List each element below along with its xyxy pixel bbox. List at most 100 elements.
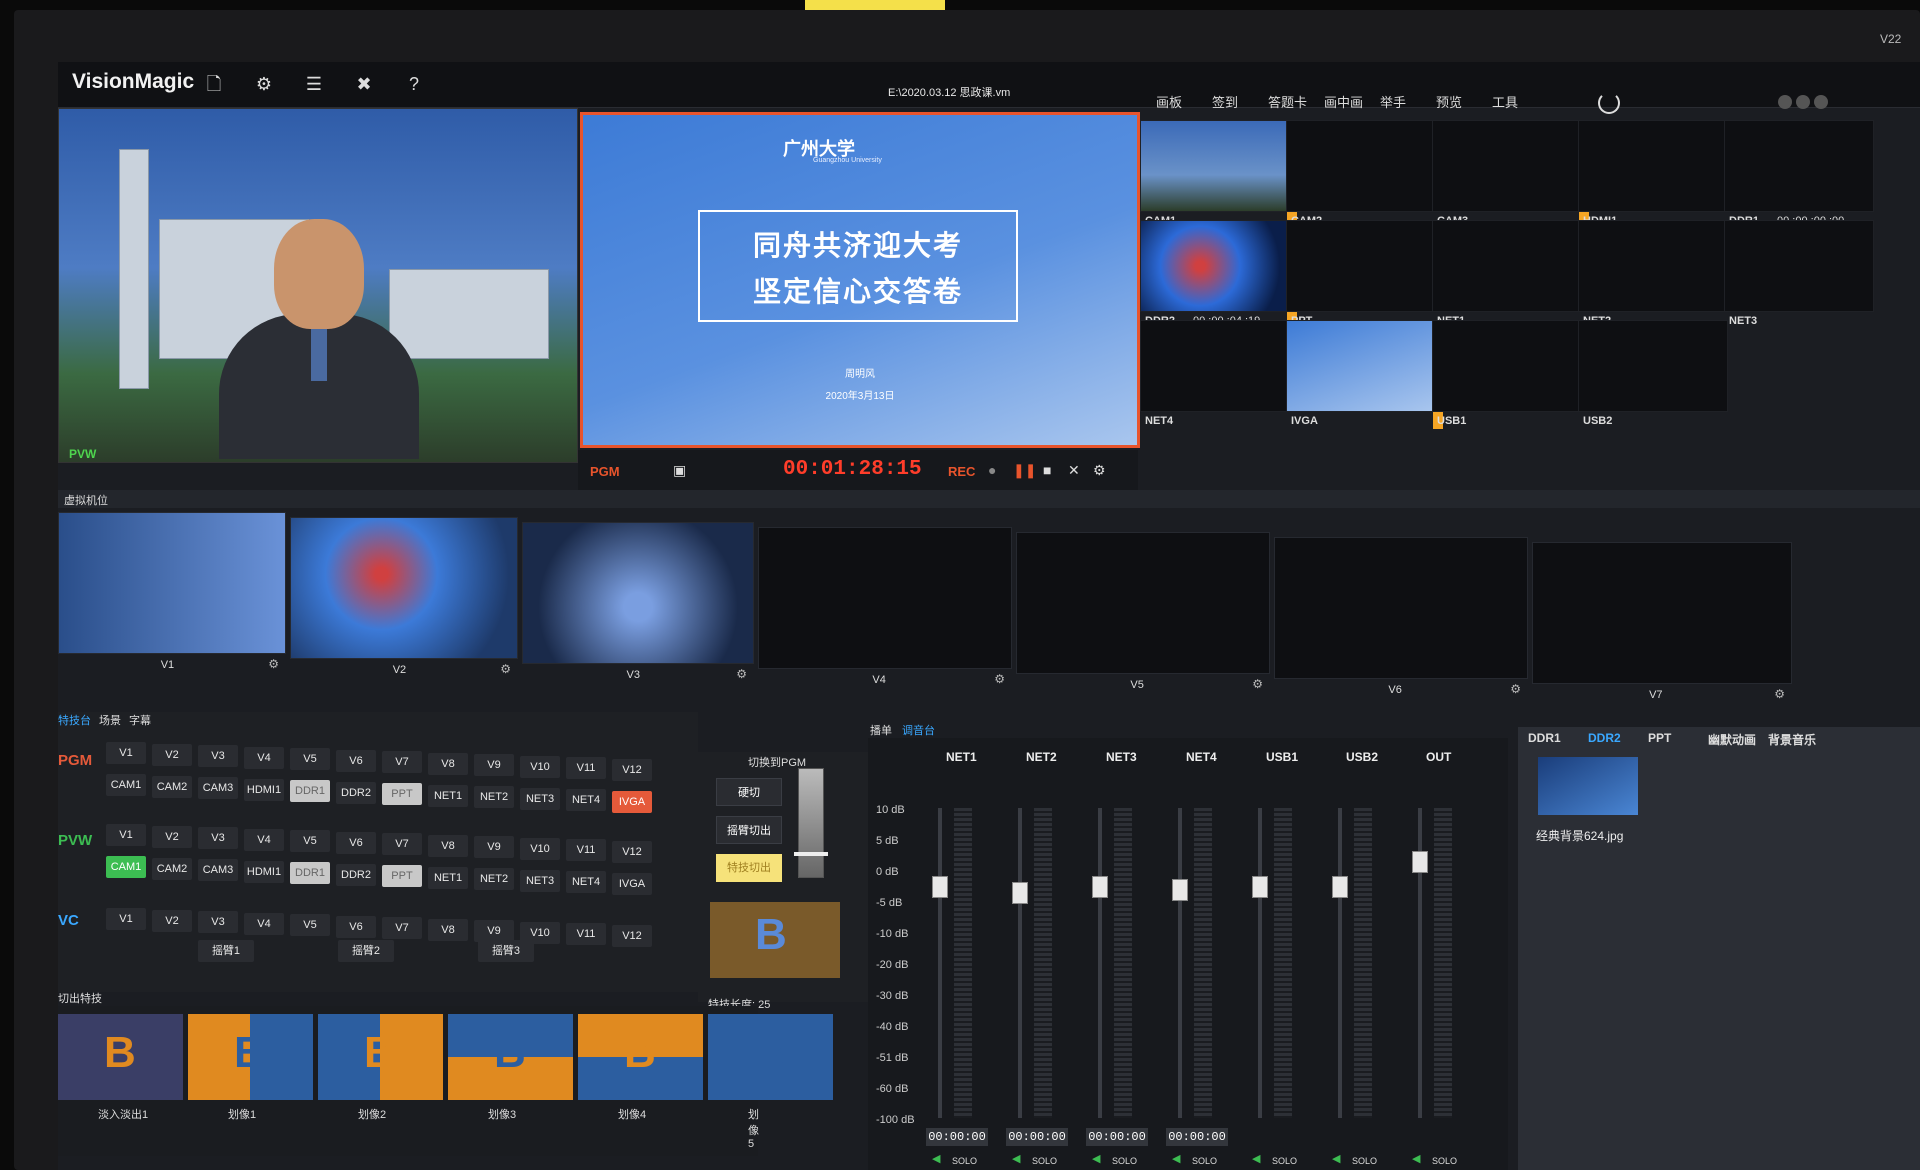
media-tab-4[interactable]: 背景音乐 xyxy=(1768,731,1816,748)
pvw-v-v3[interactable]: V3 xyxy=(198,827,238,849)
vc-v-v8[interactable]: V8 xyxy=(428,918,468,941)
source-tile-net2[interactable]: NET2 xyxy=(1578,220,1728,327)
record-dot-icon[interactable]: ● xyxy=(988,462,996,478)
cut-button[interactable]: 硬切 xyxy=(716,778,782,806)
effect-out-button[interactable]: 特技切出 xyxy=(716,854,782,882)
pgm-v-v1[interactable]: V1 xyxy=(106,742,146,764)
pvw-src-net4[interactable]: NET4 xyxy=(566,871,606,893)
record-settings-icon[interactable]: ⚙ xyxy=(1093,462,1106,479)
speaker-icon[interactable]: ◀ xyxy=(1092,1152,1100,1165)
power-icon[interactable] xyxy=(1598,92,1620,114)
pgm-src-ddr2[interactable]: DDR2 xyxy=(336,781,376,804)
pgm-v-v8[interactable]: V8 xyxy=(428,752,468,775)
switcher-tab-2[interactable]: 字幕 xyxy=(129,715,151,727)
pgm-src-net3[interactable]: NET3 xyxy=(520,787,560,810)
t-bar-slider[interactable] xyxy=(798,768,824,878)
rocker-out-button[interactable]: 摇臂切出 xyxy=(716,816,782,844)
source-tile-cam2[interactable]: CAM2 xyxy=(1286,120,1436,227)
settings-icon[interactable]: ⚙ xyxy=(1774,687,1785,701)
pvw-src-net1[interactable]: NET1 xyxy=(428,866,468,889)
rocker-button-3[interactable]: 摇臂3 xyxy=(478,940,534,962)
menu-item-3[interactable]: 画中画 xyxy=(1324,92,1363,111)
source-tile-cam1[interactable]: CAM1 xyxy=(1140,120,1297,229)
program-monitor[interactable]: 广州大学 Guangzhou University 同舟共济迎大考 坚定信心交答… xyxy=(580,112,1140,448)
source-tile-ivga[interactable]: IVGA xyxy=(1286,320,1443,429)
pgm-src-ddr1[interactable]: DDR1 xyxy=(290,780,330,802)
switcher-tab-0[interactable]: 特技台 xyxy=(58,715,91,727)
pgm-v-v12[interactable]: V12 xyxy=(612,758,652,781)
pgm-src-net4[interactable]: NET4 xyxy=(566,789,606,811)
solo-button[interactable]: SOLO xyxy=(1432,1156,1457,1166)
tools-icon[interactable]: ✖ xyxy=(353,73,375,95)
virtual-view-v4[interactable]: V4 ⚙ xyxy=(758,527,1012,686)
settings-icon[interactable]: ⚙ xyxy=(1510,682,1521,696)
close-icon[interactable]: ✕ xyxy=(1068,462,1080,479)
vc-v-v11[interactable]: V11 xyxy=(566,923,606,945)
fader-knob-out[interactable] xyxy=(1412,851,1428,874)
stop-icon[interactable]: ■ xyxy=(1043,462,1051,478)
solo-button[interactable]: SOLO xyxy=(1112,1156,1137,1166)
fader-knob-net4[interactable] xyxy=(1172,879,1188,902)
audio-tab-0[interactable]: 播单 xyxy=(870,725,892,737)
pgm-src-net1[interactable]: NET1 xyxy=(428,784,468,807)
vc-v-v12[interactable]: V12 xyxy=(612,924,652,947)
source-tile-hdmi1[interactable]: HDMI1 xyxy=(1578,120,1728,227)
speaker-icon[interactable]: ◀ xyxy=(932,1152,940,1165)
t-bar-handle[interactable] xyxy=(794,852,828,856)
settings-icon[interactable]: ⚙ xyxy=(268,657,279,671)
pgm-v-v3[interactable]: V3 xyxy=(198,745,238,767)
pvw-src-ppt[interactable]: PPT xyxy=(382,865,422,887)
transition-3[interactable]: B xyxy=(448,1014,573,1100)
help-icon[interactable]: ? xyxy=(403,73,425,95)
pvw-v-v1[interactable]: V1 xyxy=(106,824,146,846)
pvw-src-hdmi1[interactable]: HDMI1 xyxy=(244,860,284,883)
pvw-src-net2[interactable]: NET2 xyxy=(474,868,514,890)
pvw-v-v4[interactable]: V4 xyxy=(244,828,284,851)
speaker-icon[interactable]: ◀ xyxy=(1252,1152,1260,1165)
pvw-src-ddr2[interactable]: DDR2 xyxy=(336,863,376,886)
pvw-v-v9[interactable]: V9 xyxy=(474,836,514,858)
pgm-src-net2[interactable]: NET2 xyxy=(474,786,514,808)
source-tile-usb1[interactable]: USB1 xyxy=(1432,320,1582,427)
vc-v-v6[interactable]: V6 xyxy=(336,915,376,938)
pgm-v-v11[interactable]: V11 xyxy=(566,757,606,779)
source-tile-ddr1[interactable]: DDR100 :00 :00 :00 xyxy=(1724,120,1874,227)
pgm-v-v9[interactable]: V9 xyxy=(474,754,514,776)
source-tile-usb2[interactable]: USB2 xyxy=(1578,320,1728,427)
speaker-icon[interactable]: ◀ xyxy=(1412,1152,1420,1165)
pgm-v-v7[interactable]: V7 xyxy=(382,751,422,773)
pvw-v-v12[interactable]: V12 xyxy=(612,840,652,863)
pgm-src-cam2[interactable]: CAM2 xyxy=(152,775,192,798)
fader-knob-usb2[interactable] xyxy=(1332,876,1348,899)
effect-length-value[interactable]: 25 xyxy=(758,999,770,1011)
pvw-v-v2[interactable]: V2 xyxy=(152,825,192,848)
gear-icon[interactable]: ⚙ xyxy=(253,73,275,95)
fader-knob-usb1[interactable] xyxy=(1252,876,1268,899)
transition-2[interactable]: B xyxy=(318,1014,443,1100)
media-tab-3[interactable]: 幽默动画 xyxy=(1708,731,1756,748)
transition-0[interactable]: B xyxy=(58,1014,183,1100)
menu-item-2[interactable]: 答题卡 xyxy=(1268,92,1307,111)
fader-knob-net3[interactable] xyxy=(1092,876,1108,899)
pgm-v-v5[interactable]: V5 xyxy=(290,748,330,770)
new-file-icon[interactable]: 🗋 xyxy=(203,73,225,95)
pvw-src-net3[interactable]: NET3 xyxy=(520,869,560,892)
media-tab-1[interactable]: DDR2 xyxy=(1588,731,1621,745)
pgm-v-v4[interactable]: V4 xyxy=(244,746,284,769)
vc-v-v3[interactable]: V3 xyxy=(198,911,238,933)
pvw-v-v6[interactable]: V6 xyxy=(336,831,376,854)
transition-5[interactable]: B xyxy=(708,1014,833,1100)
virtual-view-v1[interactable]: V1 ⚙ xyxy=(58,512,286,671)
pause-icon[interactable]: ❚❚ xyxy=(1013,462,1036,479)
transition-1[interactable]: B xyxy=(188,1014,313,1100)
virtual-view-v3[interactable]: V3 ⚙ xyxy=(522,522,754,681)
source-tile-net3[interactable]: NET3 xyxy=(1724,220,1874,327)
solo-button[interactable]: SOLO xyxy=(1192,1156,1217,1166)
media-thumbnail[interactable] xyxy=(1538,757,1638,815)
source-tile-net4[interactable]: NET4 xyxy=(1140,320,1290,427)
media-tab-2[interactable]: PPT xyxy=(1648,731,1671,745)
virtual-view-v5[interactable]: V5 ⚙ xyxy=(1016,532,1270,691)
pgm-v-v2[interactable]: V2 xyxy=(152,743,192,766)
rocker-button-1[interactable]: 摇臂1 xyxy=(198,940,254,962)
settings-icon[interactable]: ⚙ xyxy=(1252,677,1263,691)
